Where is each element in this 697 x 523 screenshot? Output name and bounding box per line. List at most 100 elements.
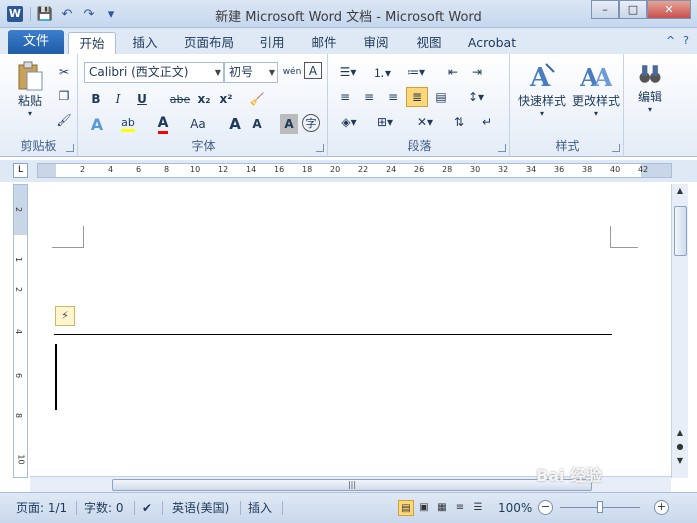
- char-shading-icon[interactable]: A: [280, 114, 298, 134]
- outline-view-icon[interactable]: ≡: [452, 500, 468, 516]
- tab-review[interactable]: 审阅: [356, 32, 396, 54]
- status-word-count[interactable]: 字数: 0: [84, 499, 124, 517]
- tab-view[interactable]: 视图: [408, 32, 450, 54]
- binoculars-icon: [639, 65, 661, 83]
- vruler-tick: 2: [14, 206, 24, 213]
- phonetic-guide-icon[interactable]: wén: [282, 62, 302, 82]
- smart-tag-icon[interactable]: ⚡: [55, 306, 75, 326]
- ruler-row: L 2 4 6 8 10 12 14 16 18 20 22 24 26 28 …: [0, 160, 697, 182]
- paste-button[interactable]: 粘贴 ▾: [10, 60, 50, 118]
- ribbon-tabs: 文件 开始 插入 页面布局 引用 邮件 审阅 视图 Acrobat ^ ?: [0, 28, 697, 54]
- char-border-icon[interactable]: A: [304, 62, 322, 79]
- prev-page-icon[interactable]: ▲: [674, 428, 686, 442]
- subscript-button[interactable]: x₂: [194, 89, 214, 109]
- vertical-scroll-thumb[interactable]: [674, 206, 687, 256]
- line-spacing-icon[interactable]: ↕▾: [462, 87, 490, 107]
- show-marks-icon[interactable]: ↵: [476, 112, 498, 132]
- zoom-in-button[interactable]: +: [654, 500, 669, 515]
- format-painter-icon[interactable]: 🖌: [54, 110, 74, 130]
- vertical-scrollbar[interactable]: ▲ ▲ ● ▼: [671, 184, 688, 478]
- quick-styles-button[interactable]: A 快速样式 ▾: [514, 60, 570, 118]
- distributed-icon[interactable]: ▤: [430, 87, 452, 107]
- crop-mark-top-left: [52, 226, 84, 248]
- clipboard-launcher-icon[interactable]: [66, 144, 74, 152]
- tab-references[interactable]: 引用: [252, 32, 292, 54]
- scroll-up-icon[interactable]: ▲: [674, 186, 686, 200]
- next-page-icon[interactable]: ▼: [674, 456, 686, 470]
- styles-launcher-icon[interactable]: [612, 144, 620, 152]
- tab-mailings[interactable]: 邮件: [304, 32, 344, 54]
- draft-view-icon[interactable]: ☰: [470, 500, 486, 516]
- grow-font-icon[interactable]: A: [226, 114, 244, 134]
- bullets-icon[interactable]: ☰▾: [334, 62, 362, 82]
- sort-icon[interactable]: ⇅: [448, 112, 470, 132]
- italic-button[interactable]: I: [108, 89, 128, 109]
- paragraph-launcher-icon[interactable]: [498, 144, 506, 152]
- tab-acrobat[interactable]: Acrobat: [462, 32, 522, 54]
- copy-icon[interactable]: ❐: [54, 86, 74, 106]
- help-icon[interactable]: ?: [683, 34, 689, 47]
- minimize-ribbon-icon[interactable]: ^: [666, 34, 675, 47]
- font-launcher-icon[interactable]: [316, 144, 324, 152]
- justify-icon[interactable]: ≣: [406, 87, 428, 107]
- horizontal-ruler[interactable]: 2 4 6 8 10 12 14 16 18 20 22 24 26 28 30…: [37, 163, 672, 178]
- change-case-button[interactable]: Aa: [184, 114, 212, 134]
- close-button[interactable]: ✕: [647, 0, 691, 19]
- group-paragraph: ☰▾ ⒈▾ ≔▾ ⇤ ⇥ ≡ ≡ ≡ ≣ ▤ ↕▾ ◈▾ ⊞▾ ✕▾ ⇅ ↵ 段…: [330, 54, 510, 157]
- font-color-icon[interactable]: A: [152, 114, 174, 134]
- tab-insert[interactable]: 插入: [124, 32, 166, 54]
- align-right-icon[interactable]: ≡: [382, 87, 404, 107]
- clear-formatting-icon[interactable]: 🧹: [246, 89, 268, 109]
- browse-object-icon[interactable]: ●: [674, 442, 686, 456]
- zoom-out-button[interactable]: −: [538, 500, 553, 515]
- tab-page-layout[interactable]: 页面布局: [178, 32, 240, 54]
- maximize-button[interactable]: □: [619, 0, 647, 19]
- tab-file[interactable]: 文件: [8, 30, 64, 54]
- increase-indent-icon[interactable]: ⇥: [466, 62, 488, 82]
- change-styles-button[interactable]: A A 更改样式 ▾: [568, 60, 624, 118]
- web-layout-icon[interactable]: ▦: [434, 500, 450, 516]
- group-label-font: 字体: [191, 139, 216, 153]
- status-language[interactable]: 英语(美国): [172, 499, 229, 517]
- status-page-count[interactable]: 页面: 1/1: [16, 499, 67, 517]
- full-screen-reading-icon[interactable]: ▣: [416, 500, 432, 516]
- multilevel-list-icon[interactable]: ≔▾: [402, 62, 430, 82]
- status-insert-mode[interactable]: 插入: [248, 499, 272, 517]
- enclose-char-icon[interactable]: 字: [302, 114, 320, 132]
- cut-icon[interactable]: ✂: [54, 62, 74, 82]
- document-page[interactable]: ⚡: [30, 184, 668, 476]
- change-styles-icon: A A: [580, 63, 612, 92]
- font-size-combo[interactable]: 初号 ▼: [224, 62, 278, 83]
- font-name-combo[interactable]: Calibri (西文正文) ▼: [84, 62, 224, 83]
- highlight-icon[interactable]: ab: [116, 114, 140, 134]
- superscript-button[interactable]: x²: [216, 89, 236, 109]
- minimize-button[interactable]: –: [591, 0, 619, 19]
- underline-button[interactable]: U: [132, 89, 152, 109]
- decrease-indent-icon[interactable]: ⇤: [442, 62, 464, 82]
- horizontal-scroll-thumb[interactable]: |||: [112, 479, 592, 491]
- align-left-icon[interactable]: ≡: [334, 87, 356, 107]
- align-center-icon[interactable]: ≡: [358, 87, 380, 107]
- text-effects-icon[interactable]: A: [86, 114, 108, 134]
- zoom-slider-thumb[interactable]: [597, 501, 603, 513]
- vruler-tick: 10: [16, 454, 26, 465]
- title-bar: W 💾 ↶ ↷ ▾ 新建 Microsoft Word 文档 - Microso…: [0, 0, 697, 28]
- font-size-value: 初号: [229, 65, 254, 79]
- shrink-font-icon[interactable]: A: [248, 114, 266, 134]
- zoom-level[interactable]: 100%: [498, 499, 532, 517]
- group-label-styles: 样式: [555, 139, 580, 153]
- shading-icon[interactable]: ◈▾: [334, 112, 364, 132]
- print-layout-icon[interactable]: ▤: [398, 500, 414, 516]
- ruler-tick: 22: [358, 165, 369, 174]
- tab-home[interactable]: 开始: [68, 32, 116, 54]
- numbering-icon[interactable]: ⒈▾: [368, 62, 396, 82]
- strikethrough-button[interactable]: abe: [168, 89, 192, 109]
- proofing-icon[interactable]: ✔: [142, 499, 152, 517]
- editing-button[interactable]: 编辑 ▾: [630, 60, 670, 114]
- borders-icon[interactable]: ⊞▾: [370, 112, 400, 132]
- vruler-tick: 6: [14, 372, 24, 379]
- tab-selector[interactable]: L: [13, 163, 28, 178]
- vertical-ruler[interactable]: 2 1 2 4 6 8 10: [13, 184, 28, 478]
- bold-button[interactable]: B: [86, 89, 106, 109]
- chinese-layout-icon[interactable]: ✕▾: [410, 112, 440, 132]
